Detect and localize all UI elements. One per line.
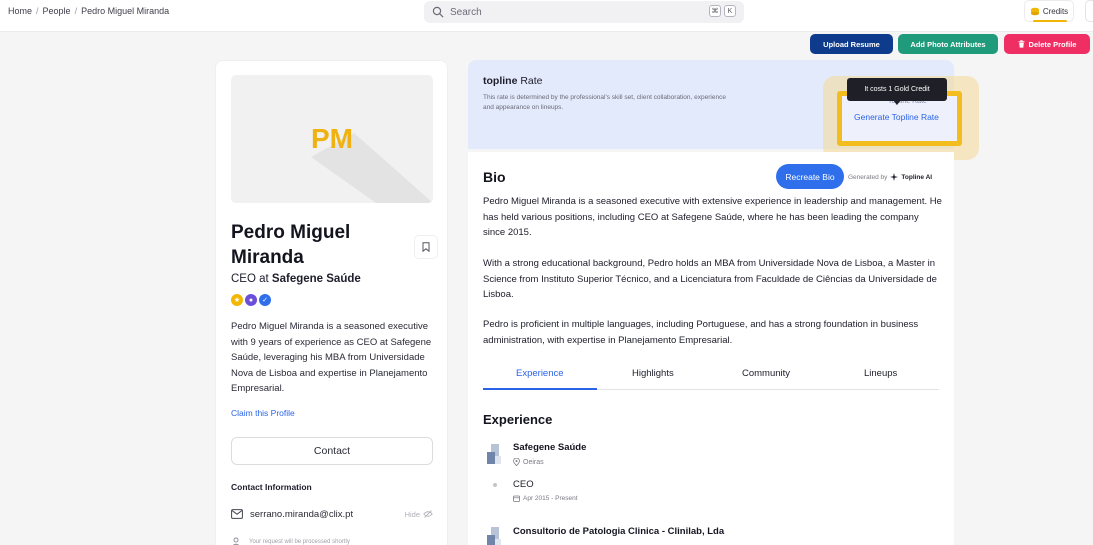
- email-row: serrano.miranda@clix.pt Hide: [231, 507, 433, 521]
- recreate-bio-label: Recreate Bio: [785, 171, 835, 182]
- email-value[interactable]: serrano.miranda@clix.pt: [250, 509, 353, 520]
- profile-tabs: Experience Highlights Community Lineups: [483, 362, 939, 390]
- add-photo-attributes-button[interactable]: Add Photo Attributes: [898, 34, 998, 54]
- command-key-hint: ⌘: [709, 5, 721, 17]
- badge-list: ★ ● ✓: [231, 294, 271, 306]
- credits-bar: [1033, 20, 1067, 22]
- tab-experience[interactable]: Experience: [516, 368, 564, 379]
- add-photo-attributes-label: Add Photo Attributes: [910, 39, 986, 49]
- generate-topline-rate-link[interactable]: Generate Topline Rate: [854, 112, 939, 122]
- search-icon: [432, 6, 444, 18]
- dates-text: Apr 2015 - Present: [523, 495, 578, 502]
- user-icon: [232, 537, 240, 545]
- position-dates: Apr 2015 - Present: [513, 495, 578, 502]
- profile-summary: Pedro Miguel Miranda is a seasoned execu…: [231, 321, 432, 394]
- sparkle-icon: [890, 173, 899, 181]
- bio-paragraph: Pedro is proficient in multiple language…: [483, 319, 919, 346]
- avatar-initials: PM: [311, 123, 353, 154]
- bio-paragraph: Pedro Miguel Miranda is a seasoned execu…: [483, 196, 942, 238]
- request-row: Your request will be processed shortly: [231, 537, 350, 545]
- position-title: CEO: [513, 479, 534, 490]
- credits-button[interactable]: Credits: [1024, 0, 1074, 22]
- upload-resume-button[interactable]: Upload Resume: [810, 34, 893, 54]
- bookmark-icon: [422, 242, 430, 252]
- contact-info-heading: Contact Information: [231, 482, 312, 492]
- upload-resume-label: Upload Resume: [823, 39, 880, 49]
- active-tab-indicator: [483, 388, 597, 390]
- company-logo-icon: [487, 527, 501, 545]
- tooltip-arrow: [893, 100, 901, 105]
- generated-by-label: Generated by: [848, 173, 888, 181]
- rate-title-suffix: Rate: [520, 75, 543, 87]
- contact-button[interactable]: Contact: [231, 437, 433, 465]
- credit-cost-tooltip: It costs 1 Gold Credit: [847, 78, 947, 101]
- avatar: PM: [231, 75, 433, 203]
- claim-profile-link[interactable]: Claim this Profile: [231, 408, 295, 418]
- credits-label: Credits: [1042, 6, 1069, 16]
- company-logo-icon: [487, 444, 501, 464]
- tab-community[interactable]: Community: [742, 368, 790, 379]
- location-text: Oeiras: [523, 458, 544, 466]
- bio-heading: Bio: [483, 169, 506, 185]
- experience-heading: Experience: [483, 412, 553, 427]
- user-menu-button[interactable]: [1085, 0, 1093, 22]
- tab-highlights[interactable]: Highlights: [632, 368, 674, 379]
- company-link[interactable]: Safegene Saúde: [272, 273, 361, 285]
- rate-brand: topline: [483, 75, 518, 87]
- breadcrumb: Home / People / Pedro Miguel Miranda: [8, 6, 169, 16]
- tab-lineups[interactable]: Lineups: [864, 368, 897, 379]
- bio-paragraph: With a strong educational background, Pe…: [483, 258, 937, 300]
- hide-label: Hide: [404, 509, 420, 519]
- rate-description: This rate is determined by the professio…: [483, 94, 726, 111]
- coin-stack-icon: [1030, 7, 1039, 15]
- profile-card: PM Pedro Miguel Miranda CEO at Safegene …: [215, 60, 448, 545]
- community-badge-icon[interactable]: ●: [245, 294, 257, 306]
- experience-location: Oeiras: [513, 458, 544, 466]
- trash-icon: [1018, 40, 1025, 48]
- breadcrumb-separator: /: [74, 6, 78, 16]
- request-note: Your request will be processed shortly: [249, 539, 350, 545]
- experience-company[interactable]: Consultorio de Patologia Clinica - Clini…: [513, 526, 724, 537]
- profile-role: CEO at Safegene Saúde: [231, 273, 361, 285]
- delete-profile-label: Delete Profile: [1028, 39, 1077, 49]
- mail-icon: [231, 509, 243, 519]
- top-bar: Home / People / Pedro Miguel Miranda Sea…: [0, 0, 1093, 32]
- bookmark-button[interactable]: [414, 235, 438, 259]
- location-pin-icon: [513, 458, 520, 466]
- breadcrumb-home[interactable]: Home: [8, 6, 32, 16]
- delete-profile-button[interactable]: Delete Profile: [1004, 34, 1090, 54]
- role-connector: at: [259, 273, 269, 285]
- eye-off-icon: [423, 510, 433, 518]
- rate-title: topline Rate: [483, 75, 543, 87]
- experience-company[interactable]: Safegene Saúde: [513, 442, 586, 453]
- breadcrumb-people[interactable]: People: [43, 6, 71, 16]
- breadcrumb-current: Pedro Miguel Miranda: [81, 6, 170, 16]
- role-title: CEO: [231, 273, 256, 285]
- profile-name: Pedro Miguel Miranda: [231, 222, 351, 268]
- calendar-icon: [513, 495, 520, 502]
- search-placeholder: Search: [450, 6, 482, 18]
- star-badge-icon[interactable]: ★: [231, 294, 243, 306]
- k-key-hint: K: [724, 5, 736, 17]
- position-bullet: [493, 483, 497, 487]
- main-content-card: Bio Recreate Bio Generated by Topline AI…: [468, 152, 954, 545]
- contact-label: Contact: [313, 445, 351, 457]
- generated-by: Generated by Topline AI: [848, 173, 932, 181]
- generator-name: Topline AI: [901, 173, 933, 181]
- search-input[interactable]: Search ⌘ K: [424, 1, 744, 23]
- recreate-bio-button[interactable]: Recreate Bio: [776, 164, 844, 189]
- verified-badge-icon[interactable]: ✓: [259, 294, 271, 306]
- hide-email-button[interactable]: Hide: [405, 510, 433, 519]
- breadcrumb-separator: /: [36, 6, 39, 16]
